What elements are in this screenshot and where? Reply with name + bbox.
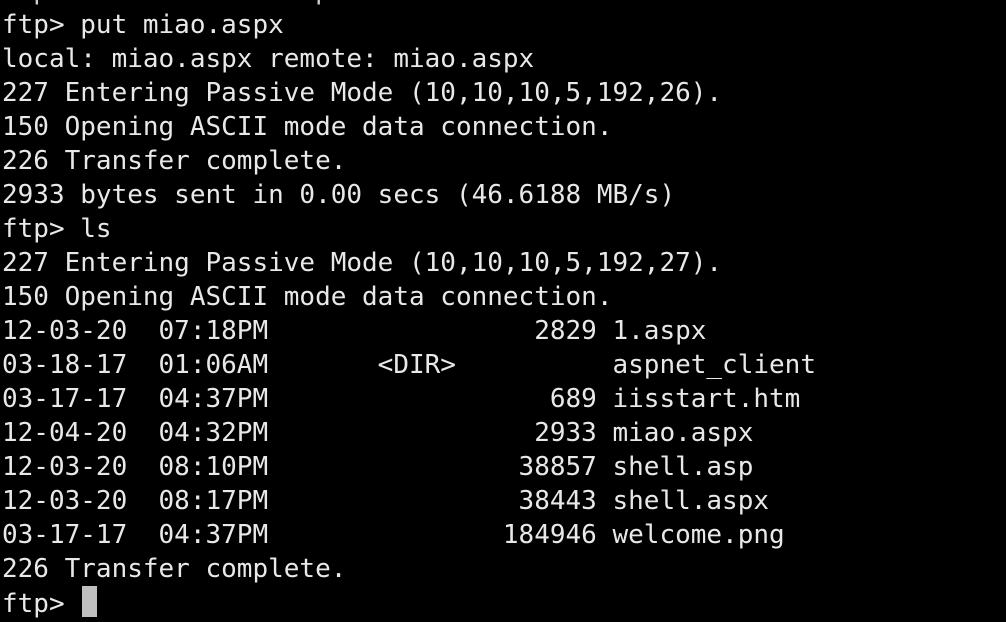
ftp-prompt: ftp> [2, 589, 81, 619]
terminal-line: 227 Entering Passive Mode (10,10,10,5,19… [2, 248, 723, 278]
terminal-line: local: miao.aspx remote: miao.aspx [2, 44, 535, 74]
directory-listing-row: 12-04-20 04:32PM 2933 miao.aspx [2, 418, 754, 448]
directory-listing-row: 03-18-17 01:06AM <DIR> aspnet_client [2, 350, 816, 380]
partial-top-line: ftp> mdelete miao.aspx? [2, 0, 816, 8]
terminal-window[interactable]: ftp> mdelete miao.aspx? ftp> put miao.as… [0, 0, 1006, 622]
directory-listing-row: 12-03-20 08:10PM 38857 shell.asp [2, 452, 754, 482]
directory-listing-row: 03-17-17 04:37PM 184946 welcome.png [2, 520, 785, 550]
terminal-output: ftp> mdelete miao.aspx? ftp> put miao.as… [2, 0, 816, 620]
terminal-line: ftp> ls [2, 214, 112, 244]
directory-listing-row: 12-03-20 08:17PM 38443 shell.aspx [2, 486, 770, 516]
directory-listing-row: 12-03-20 07:18PM 2829 1.aspx [2, 316, 707, 346]
terminal-line: 150 Opening ASCII mode data connection. [2, 282, 613, 312]
terminal-line: 227 Entering Passive Mode (10,10,10,5,19… [2, 78, 723, 108]
block-cursor-icon [82, 586, 98, 617]
command-input-line[interactable]: ftp> [2, 586, 816, 620]
terminal-line: 226 Transfer complete. [2, 146, 347, 176]
terminal-line: 226 Transfer complete. [2, 554, 347, 584]
terminal-line: 2933 bytes sent in 0.00 secs (46.6188 MB… [2, 180, 676, 210]
directory-listing-row: 03-17-17 04:37PM 689 iisstart.htm [2, 384, 801, 414]
terminal-line: ftp> put miao.aspx [2, 10, 284, 40]
terminal-line: 150 Opening ASCII mode data connection. [2, 112, 613, 142]
